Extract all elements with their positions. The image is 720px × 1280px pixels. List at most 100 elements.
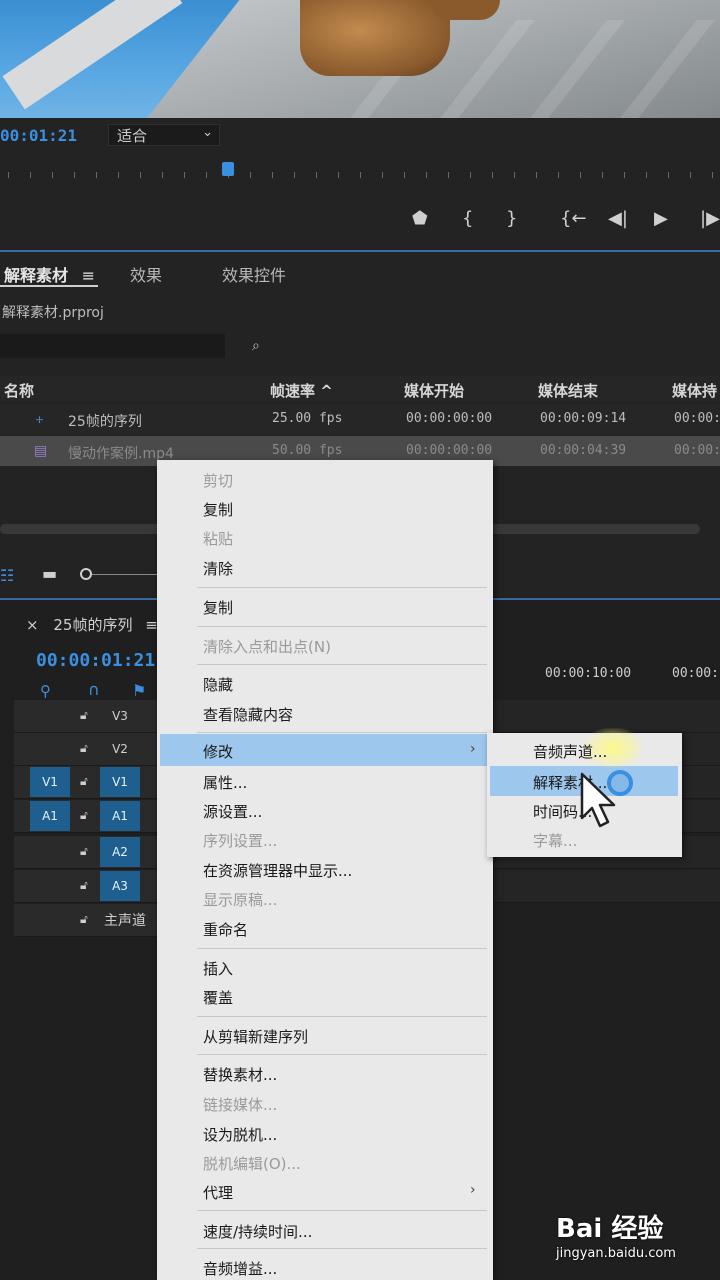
master-track-label: 主声道	[104, 913, 146, 929]
menu-item-audio-channels[interactable]: 音频声道...	[533, 741, 607, 762]
tab-sequence[interactable]: × 25帧的序列 ≡	[26, 614, 158, 635]
item-name: 25帧的序列	[68, 414, 142, 430]
play-button[interactable]: ▶	[654, 208, 668, 229]
ruler-tick	[30, 172, 31, 178]
menu-item[interactable]: 代理	[203, 1182, 233, 1203]
menu-item[interactable]: 属性...	[203, 772, 247, 793]
tab-interpret-footage[interactable]: 解释素材 ≡	[4, 262, 95, 286]
tab-effects[interactable]: 效果	[130, 262, 162, 286]
lock-icon[interactable]: 🔓︎	[80, 808, 88, 823]
column-media-end[interactable]: 媒体结束	[538, 380, 598, 401]
menu-item[interactable]: 设为脱机...	[203, 1124, 277, 1145]
menu-separator	[197, 1248, 487, 1249]
chevron-right-icon: ›	[470, 1182, 476, 1198]
ruler-tick	[8, 172, 9, 178]
track-lane[interactable]	[494, 870, 720, 903]
search-icon[interactable]: ⌕	[252, 338, 260, 354]
menu-item[interactable]: 链接媒体...	[203, 1094, 277, 1115]
preview-rail	[2, 0, 183, 110]
ruler-tick	[338, 172, 339, 178]
menu-item[interactable]: 隐藏	[203, 674, 233, 695]
ruler-tick	[624, 172, 625, 178]
menu-item[interactable]: 清除	[203, 558, 233, 579]
close-icon[interactable]: ×	[26, 616, 39, 634]
menu-item[interactable]: 脱机编辑(O)...	[203, 1153, 301, 1174]
go-to-in-button[interactable]: {←	[560, 208, 587, 229]
ruler-tick	[206, 172, 207, 178]
list-view-icon[interactable]: ☷	[0, 566, 14, 585]
track-target-v2[interactable]: V2	[100, 734, 140, 764]
column-frame-rate[interactable]: 帧速率 ^	[270, 380, 333, 401]
snap-icon[interactable]: ⚲	[40, 682, 51, 700]
zoom-slider-track[interactable]	[92, 574, 158, 575]
ruler-tick	[162, 172, 163, 178]
track-target-v1[interactable]: V1	[100, 767, 140, 797]
preview-boot	[300, 0, 450, 76]
ruler-tick	[118, 172, 119, 178]
track-target-a1[interactable]: A1	[100, 801, 140, 831]
add-marker-icon[interactable]: ⚑	[132, 681, 146, 700]
lock-icon[interactable]: 🔓︎	[80, 912, 88, 927]
search-input[interactable]	[0, 334, 225, 358]
menu-item[interactable]: 复制	[203, 499, 233, 520]
source-patch-a1[interactable]: A1	[30, 801, 70, 831]
ruler-tick	[96, 172, 97, 178]
lock-icon[interactable]: 🔓︎	[80, 708, 88, 723]
menu-item[interactable]: 清除入点和出点(N)	[203, 636, 331, 657]
watermark-logo: Bai 经验	[556, 1214, 664, 1244]
menu-item[interactable]: 覆盖	[203, 987, 233, 1008]
menu-item[interactable]: 源设置...	[203, 801, 262, 822]
baidu-watermark: Bai 经验 jingyan.baidu.com	[556, 1208, 716, 1268]
lock-icon[interactable]: 🔓︎	[80, 844, 88, 859]
ruler-tick	[470, 172, 471, 178]
step-forward-button[interactable]: |▶	[700, 208, 720, 229]
menu-item[interactable]: 修改	[203, 741, 233, 762]
fit-select[interactable]: 适合 ⌄	[108, 124, 220, 146]
panel-menu-icon[interactable]: ≡	[82, 266, 95, 285]
monitor-ruler[interactable]	[0, 150, 720, 184]
menu-item[interactable]: 插入	[203, 958, 233, 979]
menu-item[interactable]: 速度/持续时间...	[203, 1221, 312, 1242]
mark-out-button[interactable]: }	[506, 208, 517, 229]
track-target-a3[interactable]: A3	[100, 871, 140, 901]
menu-item[interactable]: 替换素材...	[203, 1064, 277, 1085]
column-media-start[interactable]: 媒体开始	[404, 380, 464, 401]
list-item[interactable]: ⧾ 25帧的序列 25.00 fps 00:00:00:00 00:00:09:…	[0, 404, 720, 434]
menu-item-captions[interactable]: 字幕...	[533, 830, 577, 851]
item-duration: 00:00:	[674, 411, 720, 426]
track-target-a2[interactable]: A2	[100, 837, 140, 867]
zoom-slider-handle[interactable]	[80, 568, 92, 580]
tab-label: 解释素材	[4, 266, 69, 285]
menu-item[interactable]: 序列设置...	[203, 830, 277, 851]
menu-item[interactable]: 显示原稿...	[203, 889, 277, 910]
column-name[interactable]: 名称	[4, 380, 34, 401]
ruler-tick	[646, 172, 647, 178]
menu-item[interactable]: 复制	[203, 597, 233, 618]
ruler-tick	[536, 172, 537, 178]
source-patch-v1[interactable]: V1	[30, 767, 70, 797]
lock-icon[interactable]: 🔓︎	[80, 878, 88, 893]
playhead-icon[interactable]	[222, 162, 234, 176]
menu-item[interactable]: 从剪辑新建序列	[203, 1026, 308, 1047]
timeline-timecode[interactable]: 00:00:01:21	[36, 650, 155, 671]
panel-menu-icon[interactable]: ≡	[145, 616, 158, 634]
column-media-duration[interactable]: 媒体持	[672, 380, 717, 401]
chevron-right-icon: ›	[470, 741, 476, 757]
ruler-tick	[294, 172, 295, 178]
menu-item[interactable]: 在资源管理器中显示...	[203, 860, 352, 881]
monitor-timecode[interactable]: 00:01:21	[0, 126, 77, 145]
menu-item[interactable]: 剪切	[203, 470, 233, 491]
menu-item[interactable]: 音频增益...	[203, 1258, 277, 1279]
add-marker-button[interactable]: ⬟	[412, 208, 428, 229]
icon-view-icon[interactable]: ▬	[42, 564, 57, 583]
mark-in-button[interactable]: {	[462, 208, 473, 229]
menu-item[interactable]: 粘贴	[203, 528, 233, 549]
track-target-v3[interactable]: V3	[100, 701, 140, 731]
menu-item[interactable]: 查看隐藏内容	[203, 704, 293, 725]
tab-effect-controls[interactable]: 效果控件	[222, 262, 286, 286]
step-back-button[interactable]: ◀|	[608, 208, 628, 229]
lock-icon[interactable]: 🔓︎	[80, 774, 88, 789]
lock-icon[interactable]: 🔓︎	[80, 741, 88, 756]
linked-selection-icon[interactable]: ∩	[88, 680, 100, 699]
menu-item[interactable]: 重命名	[203, 919, 248, 940]
